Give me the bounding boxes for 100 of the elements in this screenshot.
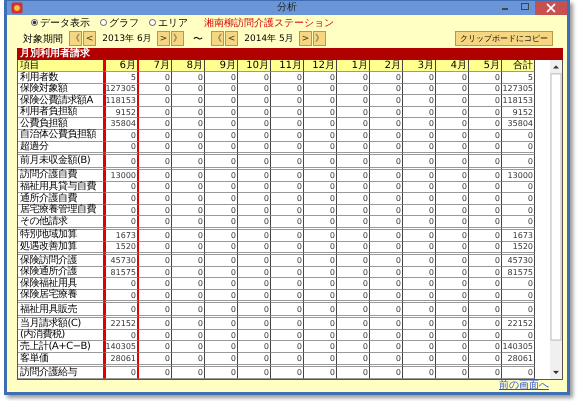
table-cell: 0: [172, 303, 205, 316]
table-cell: 0: [304, 193, 337, 205]
table-cell: 0: [403, 330, 436, 342]
table-cell: 0: [469, 366, 502, 380]
table-cell: 0: [370, 353, 403, 365]
table-cell: 140305: [104, 341, 139, 354]
table-cell: 0: [271, 242, 304, 254]
table-cell: 0: [469, 182, 502, 194]
table-cell: 0: [403, 366, 436, 380]
table-cell: 9152: [104, 106, 139, 118]
table-cell: 0: [304, 95, 337, 107]
period-nav-button[interactable]: >: [157, 31, 170, 46]
table-cell: 0: [172, 230, 205, 242]
copy-button[interactable]: クリップボードにコピー: [455, 31, 553, 46]
table-cell: 0: [172, 95, 205, 107]
table-cell: 0: [304, 278, 337, 290]
table-cell: 0: [172, 170, 205, 182]
table-cell: 0: [205, 204, 238, 216]
table-cell: 0: [436, 118, 469, 130]
view-radio[interactable]: データ表示: [31, 16, 90, 30]
back-link[interactable]: 前の画面へ: [499, 380, 549, 392]
table-cell: 0: [304, 106, 337, 118]
table-cell: 0: [502, 204, 535, 216]
table-cell: 0: [172, 242, 205, 254]
table-cell: 0: [403, 303, 436, 316]
table-cell: 0: [172, 142, 205, 154]
table-cell: 0: [238, 290, 271, 302]
period-nav-button[interactable]: <: [83, 31, 96, 46]
table-cell: 0: [238, 182, 271, 194]
table-cell: 0: [337, 204, 370, 216]
period-nav-button[interactable]: 》: [313, 31, 326, 46]
table-cell: 118153: [104, 95, 139, 107]
table-cell: 0: [469, 242, 502, 254]
table-cell: 0: [238, 204, 271, 216]
table-cell: 0: [205, 72, 238, 84]
row-label: その他請求: [18, 216, 104, 228]
table-cell: 0: [238, 318, 271, 330]
table-cell: 0: [436, 130, 469, 142]
table-cell: 0: [403, 204, 436, 216]
table-cell: 0: [271, 72, 304, 84]
period-nav-button[interactable]: >: [299, 31, 312, 46]
row-label: 居宅療養管理自費: [18, 204, 104, 216]
table-cell: 0: [139, 366, 172, 380]
table-cell: 0: [304, 266, 337, 278]
table-cell: 0: [436, 366, 469, 380]
view-radio[interactable]: グラフ: [100, 16, 139, 30]
table-cell: 0: [139, 142, 172, 154]
table-cell: 0: [469, 72, 502, 84]
table-cell: 0: [469, 278, 502, 290]
table-cell: 127305: [104, 84, 139, 96]
table-cell: 0: [436, 266, 469, 278]
table-cell: 0: [172, 130, 205, 142]
period-nav-button[interactable]: <: [225, 31, 238, 46]
table-cell: 0: [370, 266, 403, 278]
table-cell: 0: [436, 170, 469, 182]
table-cell: 0: [271, 182, 304, 194]
table-cell: 0: [172, 266, 205, 278]
table-cell: 0: [469, 204, 502, 216]
column-header: 2月: [370, 60, 403, 72]
period-value: 2013年 6月: [101, 32, 153, 45]
table-cell: 0: [403, 266, 436, 278]
column-header: 3月: [403, 60, 436, 72]
table-cell: 0: [469, 106, 502, 118]
table-cell: 0: [370, 170, 403, 182]
table-cell: 0: [370, 303, 403, 316]
table-cell: 0: [436, 95, 469, 107]
period-nav-button[interactable]: 《: [211, 31, 224, 46]
view-radio[interactable]: エリア: [149, 16, 188, 30]
table-cell: 0: [304, 72, 337, 84]
table-cell: 0: [337, 84, 370, 96]
table-cell: 0: [205, 278, 238, 290]
table-cell: 0: [205, 142, 238, 154]
table-cell: 0: [238, 130, 271, 142]
period-nav-button[interactable]: 》: [171, 31, 184, 46]
table-cell: 0: [238, 266, 271, 278]
row-label: 福祉用具貸与自費: [18, 182, 104, 194]
table-cell: 0: [337, 330, 370, 342]
table-cell: 13000: [104, 170, 139, 182]
table-cell: 0: [304, 303, 337, 316]
table-cell: 0: [436, 341, 469, 354]
table-cell: 0: [370, 155, 403, 168]
table-cell: 0: [205, 130, 238, 142]
table-cell: 0: [205, 353, 238, 365]
table-cell: 1520: [502, 242, 535, 254]
table-cell: 0: [271, 142, 304, 154]
table-cell: 0: [205, 366, 238, 380]
table-cell: 0: [205, 193, 238, 205]
table-cell: 0: [436, 303, 469, 316]
table-cell: 45730: [502, 255, 535, 267]
period-nav-button[interactable]: 《: [69, 31, 82, 46]
table-cell: 0: [304, 130, 337, 142]
table-cell: 0: [304, 204, 337, 216]
table-cell: 0: [502, 216, 535, 228]
table-cell: 0: [337, 290, 370, 302]
table-cell: 0: [403, 182, 436, 194]
table-cell: 0: [238, 170, 271, 182]
table-cell: 0: [172, 255, 205, 267]
table-cell: 0: [469, 266, 502, 278]
table-cell: 0: [238, 353, 271, 365]
table-cell: 35804: [502, 118, 535, 130]
